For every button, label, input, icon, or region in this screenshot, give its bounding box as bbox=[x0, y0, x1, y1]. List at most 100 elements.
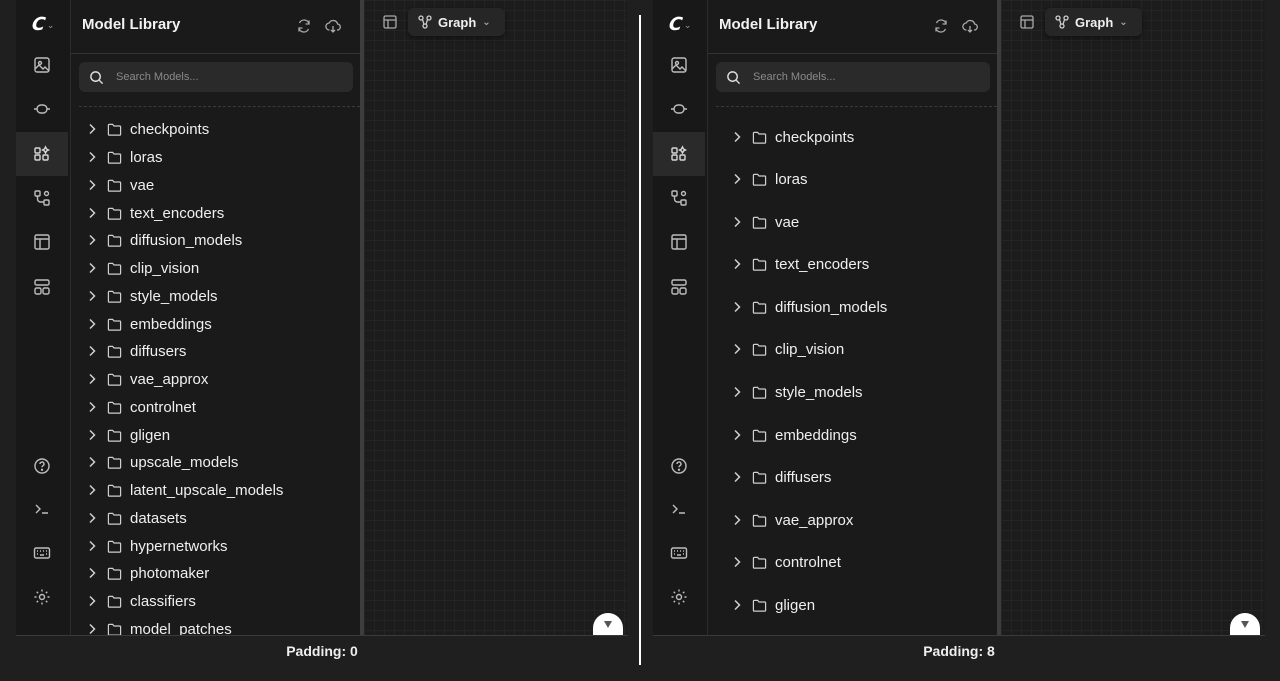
tree-folder-text-encoders[interactable]: text_encoders bbox=[71, 200, 360, 226]
search-box[interactable] bbox=[716, 62, 990, 92]
tree-folder-upscale-models[interactable]: upscale_models bbox=[71, 449, 360, 475]
rail-terminal-button[interactable] bbox=[16, 487, 68, 531]
tree-folder-label: vae_approx bbox=[130, 370, 209, 388]
link-icon bbox=[671, 104, 687, 114]
rail-settings-button[interactable] bbox=[16, 575, 68, 619]
tree-folder-controlnet[interactable]: controlnet bbox=[71, 394, 360, 420]
tree-folder-diffusers[interactable]: diffusers bbox=[716, 464, 997, 490]
rail-images-button[interactable] bbox=[16, 43, 68, 87]
help-icon bbox=[671, 458, 687, 474]
tree-folder-classifiers[interactable]: classifiers bbox=[71, 588, 360, 614]
search-input[interactable] bbox=[116, 71, 316, 83]
caption-divider bbox=[653, 635, 1265, 636]
chevron-right-icon bbox=[734, 343, 741, 355]
tree-folder-diffusion-models[interactable]: diffusion_models bbox=[71, 227, 360, 253]
tree-folder-loras[interactable]: loras bbox=[716, 166, 997, 192]
rail-images-button[interactable] bbox=[653, 43, 705, 87]
chevron-right-icon bbox=[734, 258, 741, 270]
tree-folder-checkpoints[interactable]: checkpoints bbox=[71, 116, 360, 142]
images-icon bbox=[671, 57, 687, 73]
tree-folder-diffusion-models[interactable]: diffusion_models bbox=[716, 294, 997, 320]
chevron-right-icon bbox=[89, 207, 96, 219]
sidebar-title: Model Library bbox=[719, 16, 818, 33]
graph-view-dropdown[interactable]: Graph ⌄ bbox=[1045, 8, 1142, 36]
rail-link-button[interactable] bbox=[653, 87, 705, 131]
search-input[interactable] bbox=[753, 71, 953, 83]
comfy-logo-menu[interactable]: C ⌄ bbox=[16, 10, 70, 38]
tree-folder-model-patches[interactable]: model_patches bbox=[71, 616, 360, 635]
settings-icon bbox=[671, 589, 687, 605]
workflows-icon bbox=[671, 190, 687, 206]
folder-icon bbox=[752, 429, 767, 442]
tree-folder-clip-vision[interactable]: clip_vision bbox=[716, 336, 997, 362]
tree-folder-hypernetworks[interactable]: hypernetworks bbox=[71, 533, 360, 559]
model-library-sidebar: Model Library checkpoints loras vae text… bbox=[70, 0, 360, 635]
rail-workflows-button[interactable] bbox=[653, 176, 705, 220]
chevron-right-icon bbox=[89, 401, 96, 413]
rail-workflows-button[interactable] bbox=[16, 176, 68, 220]
refresh-button[interactable] bbox=[930, 15, 952, 37]
keyboard-icon bbox=[670, 547, 688, 559]
layout-toggle-icon[interactable] bbox=[1019, 14, 1035, 30]
tree-folder-style-models[interactable]: style_models bbox=[716, 379, 997, 405]
tree-folder-label: photomaker bbox=[130, 564, 210, 582]
rail-link-button[interactable] bbox=[16, 87, 68, 131]
tree-folder-style-models[interactable]: style_models bbox=[71, 283, 360, 309]
rail-help-button[interactable] bbox=[653, 444, 705, 488]
tree-folder-text-encoders[interactable]: text_encoders bbox=[716, 251, 997, 277]
chevron-right-icon bbox=[89, 540, 96, 552]
download-button[interactable] bbox=[322, 15, 344, 37]
rail-templates-button[interactable] bbox=[653, 220, 705, 264]
comfy-logo-menu[interactable]: C ⌄ bbox=[653, 10, 707, 38]
tree-folder-checkpoints[interactable]: checkpoints bbox=[716, 124, 997, 150]
model-library-icon bbox=[671, 145, 688, 161]
tree-folder-gligen[interactable]: gligen bbox=[716, 592, 997, 618]
tree-folder-embeddings[interactable]: embeddings bbox=[71, 311, 360, 337]
minimap-toggle-button[interactable] bbox=[593, 613, 623, 635]
tree-folder-label: classifiers bbox=[130, 592, 196, 610]
layout-toggle-icon[interactable] bbox=[382, 14, 398, 30]
rail-templates-button[interactable] bbox=[16, 220, 68, 264]
rail-help-button[interactable] bbox=[16, 444, 68, 488]
rail-settings-button[interactable] bbox=[653, 575, 705, 619]
tree-folder-embeddings[interactable]: embeddings bbox=[716, 422, 997, 448]
chevron-right-icon bbox=[89, 623, 96, 635]
chevron-right-icon bbox=[89, 429, 96, 441]
tree-folder-vae-approx[interactable]: vae_approx bbox=[71, 366, 360, 392]
tree-folder-label: style_models bbox=[775, 383, 863, 401]
download-button[interactable] bbox=[959, 15, 981, 37]
rail-model-library-button[interactable] bbox=[16, 132, 68, 176]
tree-folder-vae[interactable]: vae bbox=[71, 172, 360, 198]
tree-folder-loras[interactable]: loras bbox=[71, 144, 360, 170]
rail-model-library-button[interactable] bbox=[653, 132, 705, 176]
tree-folder-latent-upscale-models[interactable]: latent_upscale_models bbox=[71, 477, 360, 503]
rail-terminal-button[interactable] bbox=[653, 487, 705, 531]
graph-canvas[interactable]: Graph ⌄ bbox=[1001, 0, 1265, 635]
tree-folder-vae-approx[interactable]: vae_approx bbox=[716, 507, 997, 533]
tree-folder-photomaker[interactable]: photomaker bbox=[71, 560, 360, 586]
tree-folder-clip-vision[interactable]: clip_vision bbox=[71, 255, 360, 281]
download-icon bbox=[962, 19, 978, 33]
tree-folder-diffusers[interactable]: diffusers bbox=[71, 338, 360, 364]
rail-nodes-button[interactable] bbox=[653, 265, 705, 309]
tree-folder-controlnet[interactable]: controlnet bbox=[716, 549, 997, 575]
example-separator bbox=[639, 15, 641, 665]
folder-icon bbox=[107, 207, 122, 220]
refresh-button[interactable] bbox=[293, 15, 315, 37]
rail-nodes-button[interactable] bbox=[16, 265, 68, 309]
tree-folder-vae[interactable]: vae bbox=[716, 209, 997, 235]
graph-canvas[interactable]: Graph ⌄ bbox=[364, 0, 628, 635]
minimap-toggle-button[interactable] bbox=[1230, 613, 1260, 635]
rail-keyboard-button[interactable] bbox=[16, 531, 68, 575]
tree-folder-datasets[interactable]: datasets bbox=[71, 505, 360, 531]
tree-folder-gligen[interactable]: gligen bbox=[71, 422, 360, 448]
example-caption: Padding: 0 bbox=[286, 643, 358, 659]
tree-folder-label: controlnet bbox=[775, 553, 841, 571]
graph-view-dropdown[interactable]: Graph ⌄ bbox=[408, 8, 505, 36]
rail-keyboard-button[interactable] bbox=[653, 531, 705, 575]
folder-icon bbox=[107, 484, 122, 497]
search-box[interactable] bbox=[79, 62, 353, 92]
folder-icon bbox=[752, 343, 767, 356]
chevron-right-icon bbox=[734, 514, 741, 526]
sidebar-title: Model Library bbox=[82, 16, 181, 33]
